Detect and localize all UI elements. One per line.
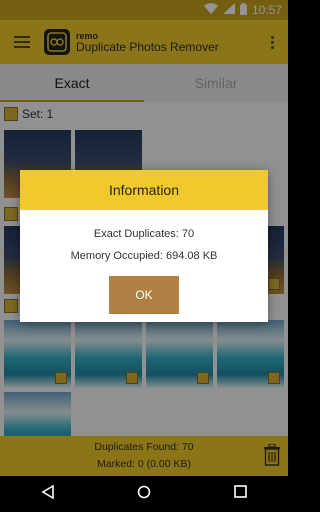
navigation-bar (0, 476, 288, 512)
back-icon[interactable] (41, 484, 55, 504)
dialog-title: Information (20, 170, 268, 210)
home-icon[interactable] (137, 485, 151, 504)
exact-duplicates-text: Exact Duplicates: 70 (93, 228, 195, 240)
memory-occupied-text: Memory Occupied: 694.08 KB (70, 250, 218, 262)
ok-button[interactable]: OK (109, 276, 179, 314)
recents-icon[interactable] (234, 485, 247, 503)
information-dialog: Information Exact Duplicates: 70 Memory … (20, 170, 268, 322)
